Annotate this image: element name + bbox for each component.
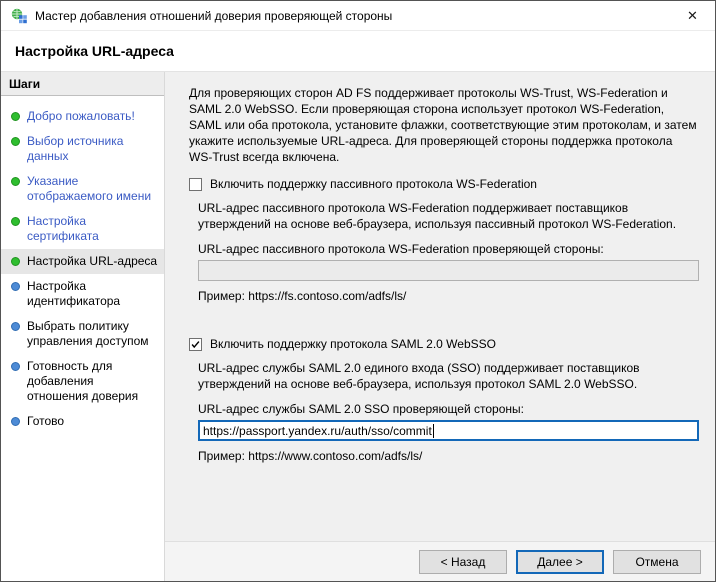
sidebar-step-data-source[interactable]: Выбор источника данных — [1, 129, 164, 169]
footer-button-bar: < Назад Далее > Отмена — [165, 541, 715, 581]
completed-step-icon — [11, 112, 20, 121]
page-header: Настройка URL-адреса — [1, 31, 715, 72]
saml-example-text: Пример: https://www.contoso.com/adfs/ls/ — [198, 449, 699, 463]
adfs-wizard-icon — [11, 8, 27, 24]
wsfed-example-text: Пример: https://fs.contoso.com/adfs/ls/ — [198, 289, 699, 303]
cancel-button[interactable]: Отмена — [613, 550, 701, 574]
sidebar-step-configure-url[interactable]: Настройка URL-адреса — [1, 249, 164, 274]
saml-section: Включить поддержку протокола SAML 2.0 We… — [189, 337, 699, 463]
saml-checkbox[interactable] — [189, 338, 202, 351]
completed-step-icon — [11, 177, 20, 186]
upcoming-step-icon — [11, 417, 20, 426]
saml-sso-url-input[interactable]: https://passport.yandex.ru/auth/sso/comm… — [198, 420, 699, 441]
upcoming-step-icon — [11, 282, 20, 291]
wizard-window: Мастер добавления отношений доверия пров… — [0, 0, 716, 582]
steps-list: Добро пожаловать! Выбор источника данных… — [1, 96, 164, 442]
wsfed-url-label: URL-адрес пассивного протокола WS-Federa… — [198, 242, 699, 256]
sidebar-step-access-policy: Выбрать политику управления доступом — [1, 314, 164, 354]
intro-text: Для проверяющих сторон AD FS поддерживае… — [189, 85, 699, 165]
content-pane: Для проверяющих сторон AD FS поддерживае… — [165, 72, 715, 541]
text-caret — [433, 424, 434, 438]
wsfed-section: Включить поддержку пассивного протокола … — [189, 177, 699, 303]
upcoming-step-icon — [11, 362, 20, 371]
sidebar-step-display-name[interactable]: Указание отображаемого имени — [1, 169, 164, 209]
wsfed-checkbox[interactable] — [189, 178, 202, 191]
back-button[interactable]: < Назад — [419, 550, 507, 574]
saml-checkbox-label: Включить поддержку протокола SAML 2.0 We… — [210, 337, 496, 352]
saml-checkbox-row[interactable]: Включить поддержку протокола SAML 2.0 We… — [189, 337, 699, 352]
wsfed-description: URL-адрес пассивного протокола WS-Federa… — [198, 200, 699, 232]
close-icon: ✕ — [687, 8, 698, 24]
upcoming-step-icon — [11, 322, 20, 331]
sidebar-step-finish: Готово — [1, 409, 164, 434]
wsfed-checkbox-row[interactable]: Включить поддержку пассивного протокола … — [189, 177, 699, 192]
main-area: Шаги Добро пожаловать! Выбор источника д… — [1, 72, 715, 581]
completed-step-icon — [11, 137, 20, 146]
saml-description: URL-адрес службы SAML 2.0 единого входа … — [198, 360, 699, 392]
completed-step-icon — [11, 217, 20, 226]
sidebar-step-ready-to-add: Готовность для добавления отношения дове… — [1, 354, 164, 409]
page-title: Настройка URL-адреса — [15, 43, 174, 59]
close-button[interactable]: ✕ — [670, 1, 715, 30]
wsfed-url-input[interactable] — [198, 260, 699, 281]
window-title: Мастер добавления отношений доверия пров… — [35, 9, 392, 23]
saml-sso-url-value: https://passport.yandex.ru/auth/sso/comm… — [203, 424, 432, 438]
saml-sso-url-label: URL-адрес службы SAML 2.0 SSO проверяюще… — [198, 402, 699, 416]
sidebar-step-certificate[interactable]: Настройка сертификата — [1, 209, 164, 249]
steps-sidebar: Шаги Добро пожаловать! Выбор источника д… — [1, 72, 165, 581]
wsfed-checkbox-label: Включить поддержку пассивного протокола … — [210, 177, 537, 192]
sidebar-step-identifier: Настройка идентификатора — [1, 274, 164, 314]
current-step-icon — [11, 257, 20, 266]
sidebar-step-welcome[interactable]: Добро пожаловать! — [1, 104, 164, 129]
title-bar: Мастер добавления отношений доверия пров… — [1, 1, 715, 31]
next-button[interactable]: Далее > — [516, 550, 604, 574]
content-column: Для проверяющих сторон AD FS поддерживае… — [165, 72, 715, 581]
steps-sidebar-header: Шаги — [1, 72, 164, 96]
